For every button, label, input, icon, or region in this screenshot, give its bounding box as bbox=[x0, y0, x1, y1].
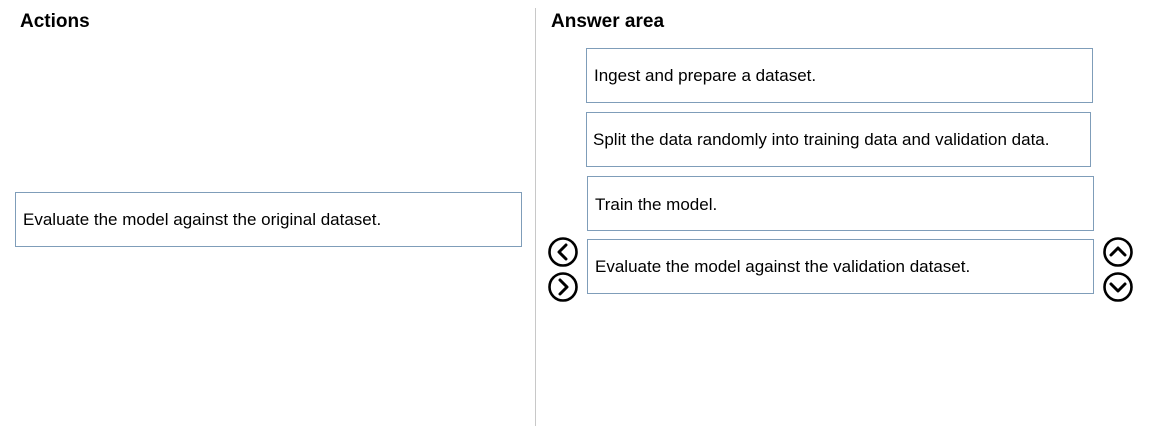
answer-item-evaluate-validation[interactable]: Evaluate the model against the validatio… bbox=[587, 239, 1094, 294]
chevron-right-circle-icon bbox=[548, 272, 578, 302]
answer-item-split[interactable]: Split the data randomly into training da… bbox=[586, 112, 1091, 167]
answer-item-label: Split the data randomly into training da… bbox=[593, 129, 1050, 149]
move-up-button[interactable] bbox=[1102, 236, 1134, 268]
move-down-button[interactable] bbox=[1102, 271, 1134, 303]
answer-area-heading: Answer area bbox=[551, 11, 665, 32]
answer-item-label: Evaluate the model against the validatio… bbox=[595, 256, 971, 276]
action-item-label: Evaluate the model against the original … bbox=[23, 209, 382, 229]
move-left-button[interactable] bbox=[547, 236, 579, 268]
answer-item-label: Ingest and prepare a dataset. bbox=[594, 65, 817, 85]
answer-item-ingest[interactable]: Ingest and prepare a dataset. bbox=[586, 48, 1093, 103]
chevron-left-circle-icon bbox=[548, 237, 578, 267]
move-right-button[interactable] bbox=[547, 271, 579, 303]
actions-heading: Actions bbox=[20, 11, 90, 32]
column-divider bbox=[535, 8, 536, 426]
chevron-up-circle-icon bbox=[1103, 237, 1133, 267]
action-item-evaluate-original[interactable]: Evaluate the model against the original … bbox=[15, 192, 522, 247]
answer-item-label: Train the model. bbox=[595, 195, 718, 214]
chevron-down-circle-icon bbox=[1103, 272, 1133, 302]
answer-item-train[interactable]: Train the model. bbox=[587, 176, 1094, 231]
